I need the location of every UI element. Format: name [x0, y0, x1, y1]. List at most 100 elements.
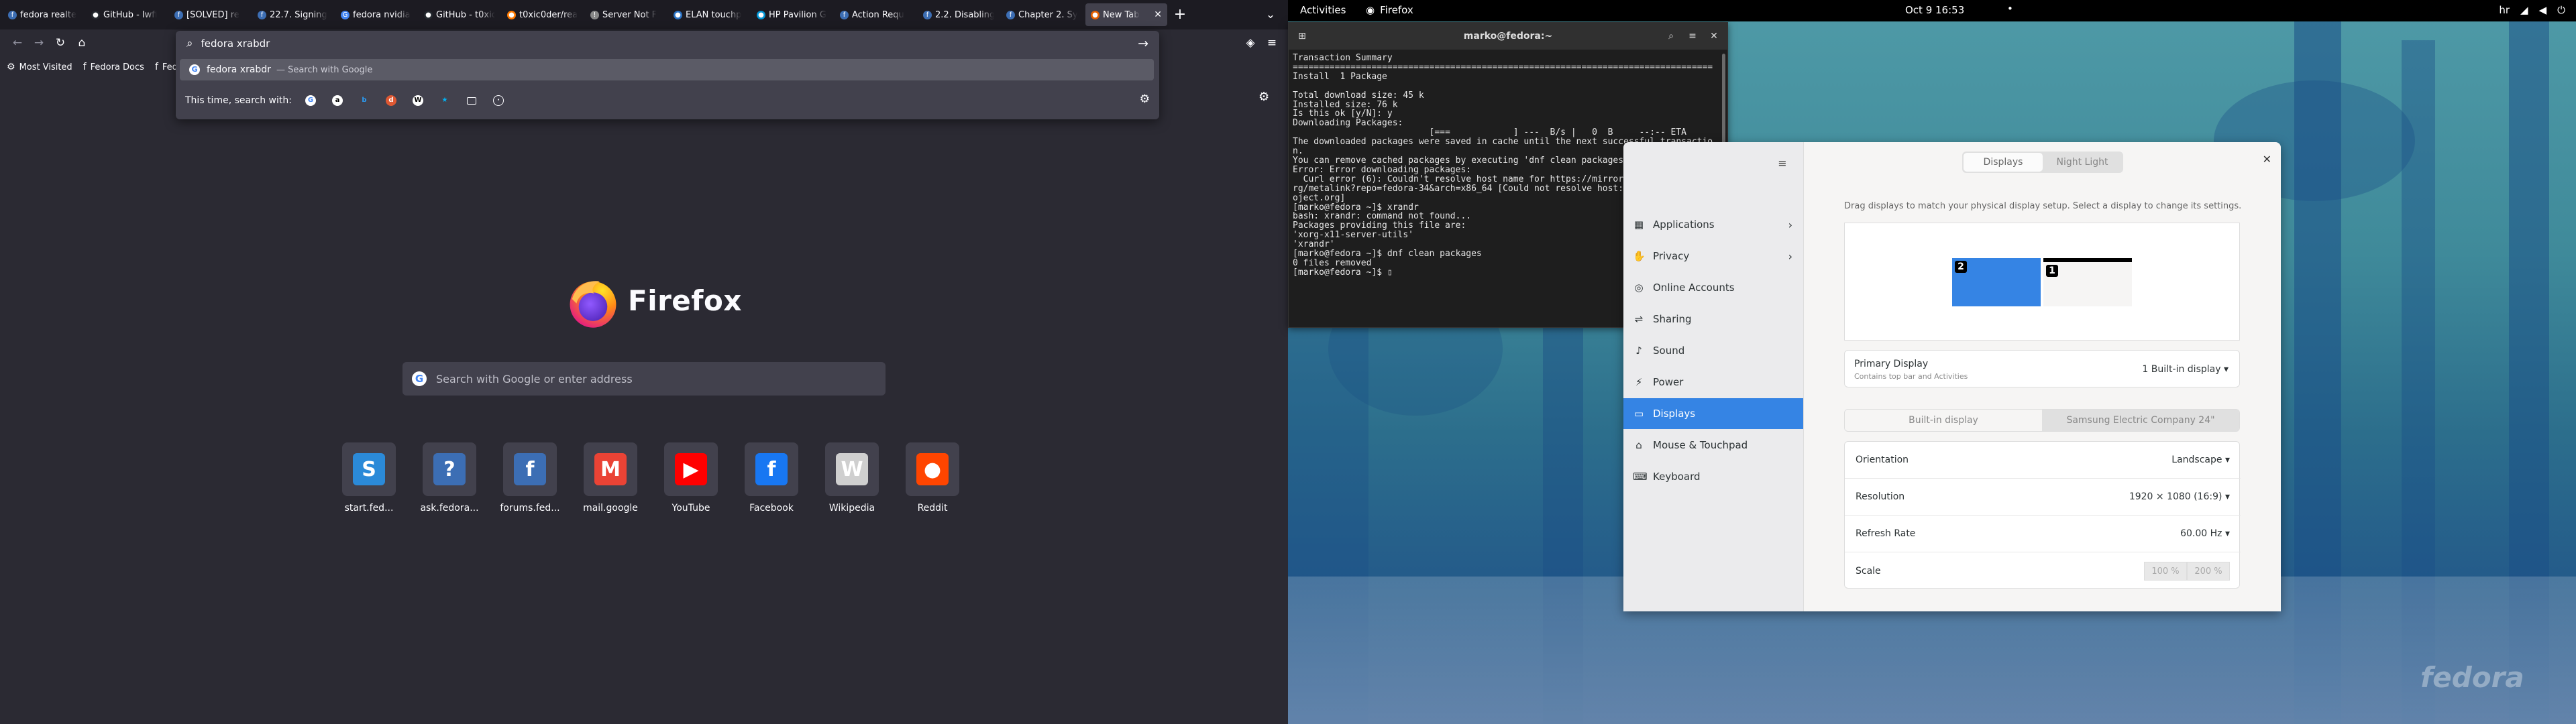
sidebar-item-displays[interactable]: ▭ Displays: [1623, 398, 1803, 429]
sidebar-item-keyboard[interactable]: ⌨ Keyboard: [1623, 461, 1803, 492]
search-settings-gear-icon[interactable]: ⚙: [1140, 93, 1150, 106]
clock[interactable]: Oct 9 16:53: [1905, 4, 1964, 16]
top-site-tile[interactable]: ● Reddit: [892, 442, 973, 514]
bookmark-item[interactable]: f Fedora Docs: [83, 62, 144, 72]
top-site-box[interactable]: f: [503, 442, 557, 496]
browser-tab[interactable]: ● ELAN touchp: [668, 3, 750, 26]
browser-tab[interactable]: f Action Requ: [835, 3, 916, 26]
browser-tab[interactable]: f fedora realte: [3, 3, 85, 26]
browser-tab[interactable]: f [SOLVED] re: [169, 3, 251, 26]
search-suggestion[interactable]: G fedora xrabdr — Search with Google: [180, 59, 1154, 80]
top-site-tile[interactable]: Mmail.google: [570, 442, 651, 514]
forward-icon[interactable]: →: [28, 32, 50, 54]
top-site-tile[interactable]: ▶ YouTube: [651, 442, 731, 514]
tab-label: 22.7. Signing: [270, 9, 327, 20]
primary-display-value[interactable]: 1 Built-in display ▾: [2142, 364, 2229, 375]
browser-tab[interactable]: ! Server Not F: [585, 3, 667, 26]
sidebar-item-icon: ◎: [1634, 282, 1644, 294]
top-site-box[interactable]: ▶: [664, 442, 718, 496]
top-site-tile[interactable]: ? ask.fedora...: [409, 442, 490, 514]
history-search-icon[interactable]: ·: [489, 91, 508, 110]
browser-tab[interactable]: Gfedora nvidia: [335, 3, 417, 26]
refresh-rate-value[interactable]: 60.00 Hz ▾: [2180, 528, 2230, 539]
orientation-value[interactable]: Landscape ▾: [2171, 455, 2230, 465]
duckduckgo-engine-icon[interactable]: d: [382, 91, 400, 110]
bing-engine-icon[interactable]: b: [355, 91, 374, 110]
monitor-1-preview[interactable]: 1: [2043, 258, 2132, 306]
wikipedia-engine-icon[interactable]: W: [409, 91, 427, 110]
primary-display-row[interactable]: Primary Display Contains top bar and Act…: [1844, 350, 2240, 387]
monitor-2-preview[interactable]: 2: [1952, 258, 2041, 306]
tab-new-tab[interactable]: ● New Tab ✕: [1085, 3, 1167, 26]
browser-tab[interactable]: f 2.2. Disabling: [918, 3, 1000, 26]
system-tray[interactable]: hr ◢ ◀ ⏻: [2499, 4, 2565, 16]
refresh-rate-row[interactable]: Refresh Rate 60.00 Hz ▾: [1845, 516, 2241, 552]
browser-tab[interactable]: f Chapter 2. Sy: [1001, 3, 1083, 26]
app-menu[interactable]: ◉ Firefox: [1366, 4, 1413, 16]
browser-tab[interactable]: ● HP Pavilion G: [751, 3, 833, 26]
tab-close-icon[interactable]: ✕: [1154, 9, 1162, 20]
display-tabs: Built-in display Samsung Electric Compan…: [1844, 409, 2240, 432]
newtab-settings-gear-icon[interactable]: ⚙: [1258, 90, 1269, 104]
network-icon: ◢: [2520, 4, 2528, 16]
search-with-label: This time, search with:: [185, 95, 292, 106]
hamburger-menu-icon[interactable]: ≡: [1771, 152, 1794, 175]
sidebar-item-applications[interactable]: ▦ Applications ›: [1623, 209, 1803, 240]
amazon-engine-icon[interactable]: a: [328, 91, 347, 110]
orientation-row[interactable]: Orientation Landscape ▾: [1845, 442, 2241, 479]
newtab-search-input[interactable]: [436, 372, 865, 385]
sidebar-item-power[interactable]: ⚡ Power: [1623, 367, 1803, 398]
browser-tab[interactable]: ● t0xic0der/rea: [502, 3, 584, 26]
gnome-top-bar: Activities ◉ Firefox Oct 9 16:53 • hr ◢ ◀…: [1288, 0, 2576, 21]
resolution-row[interactable]: Resolution 1920 × 1080 (16:9) ▾: [1845, 479, 2241, 516]
tab-displays[interactable]: Displays: [1964, 153, 2043, 172]
tab-favicon-icon: ●: [757, 10, 765, 19]
reload-icon[interactable]: ↻: [50, 32, 71, 54]
activities-button[interactable]: Activities: [1300, 4, 1346, 16]
newtab-search-box[interactable]: G: [402, 362, 885, 396]
sidebar-item-sharing[interactable]: ⇌ Sharing: [1623, 304, 1803, 335]
search-icon[interactable]: ⌕: [1663, 28, 1679, 44]
top-site-box[interactable]: W: [825, 442, 879, 496]
keyboard-layout-indicator[interactable]: hr: [2499, 4, 2510, 16]
top-site-box[interactable]: f: [745, 442, 798, 496]
go-arrow-icon[interactable]: →: [1138, 36, 1148, 51]
resolution-value[interactable]: 1920 × 1080 (16:9) ▾: [2129, 491, 2230, 502]
top-site-tile[interactable]: f Facebook: [731, 442, 812, 514]
url-input[interactable]: [201, 38, 1073, 50]
top-site-tile[interactable]: W Wikipedia: [812, 442, 892, 514]
back-icon[interactable]: ←: [7, 32, 28, 54]
sidebar-item-icon: ⌨: [1633, 471, 1648, 483]
new-tab-button[interactable]: +: [1170, 5, 1190, 25]
menu-icon[interactable]: ≡: [1684, 28, 1701, 44]
browser-tab[interactable]: ● GitHub - lwfi: [86, 3, 168, 26]
top-site-box[interactable]: ?: [423, 442, 476, 496]
scale-100-button[interactable]: 100 %: [2144, 561, 2187, 581]
browser-tab[interactable]: f 22.7. Signing: [252, 3, 334, 26]
tabs-search-icon[interactable]: [462, 91, 481, 110]
close-icon[interactable]: ✕: [1706, 28, 1722, 44]
top-site-tile[interactable]: Sstart.fed...: [329, 442, 409, 514]
tab-built-in-display[interactable]: Built-in display: [1845, 410, 2042, 431]
tab-list-chevron-icon[interactable]: ⌄: [1260, 4, 1281, 25]
browser-tab[interactable]: ●GitHub - t0xic0: [419, 3, 500, 26]
tab-samsung-display[interactable]: Samsung Electric Company 24": [2042, 410, 2239, 431]
bookmarks-search-icon[interactable]: ★: [435, 91, 454, 110]
pocket-icon[interactable]: ◈: [1240, 32, 1261, 54]
displays-panel: Displays Night Light ✕ Drag displays to m…: [1803, 142, 2281, 611]
menu-icon[interactable]: ≡: [1261, 32, 1283, 54]
sidebar-item-online-accounts[interactable]: ◎ Online Accounts: [1623, 272, 1803, 303]
sidebar-item-mouse-touchpad[interactable]: ⌂ Mouse & Touchpad: [1623, 430, 1803, 461]
top-site-box[interactable]: S: [342, 442, 396, 496]
sidebar-item-sound[interactable]: ♪ Sound: [1623, 335, 1803, 366]
google-engine-icon[interactable]: G: [301, 91, 320, 110]
close-icon[interactable]: ✕: [2263, 153, 2271, 166]
bookmark-item[interactable]: ⚙ Most Visited: [7, 62, 72, 72]
home-icon[interactable]: ⌂: [71, 32, 93, 54]
sidebar-item-privacy[interactable]: ✋ Privacy ›: [1623, 241, 1803, 272]
top-site-tile[interactable]: f forums.fed...: [490, 442, 570, 514]
top-site-box[interactable]: M: [584, 442, 637, 496]
top-site-box[interactable]: ●: [906, 442, 959, 496]
tab-night-light[interactable]: Night Light: [2043, 153, 2122, 172]
scale-200-button[interactable]: 200 %: [2187, 561, 2230, 581]
